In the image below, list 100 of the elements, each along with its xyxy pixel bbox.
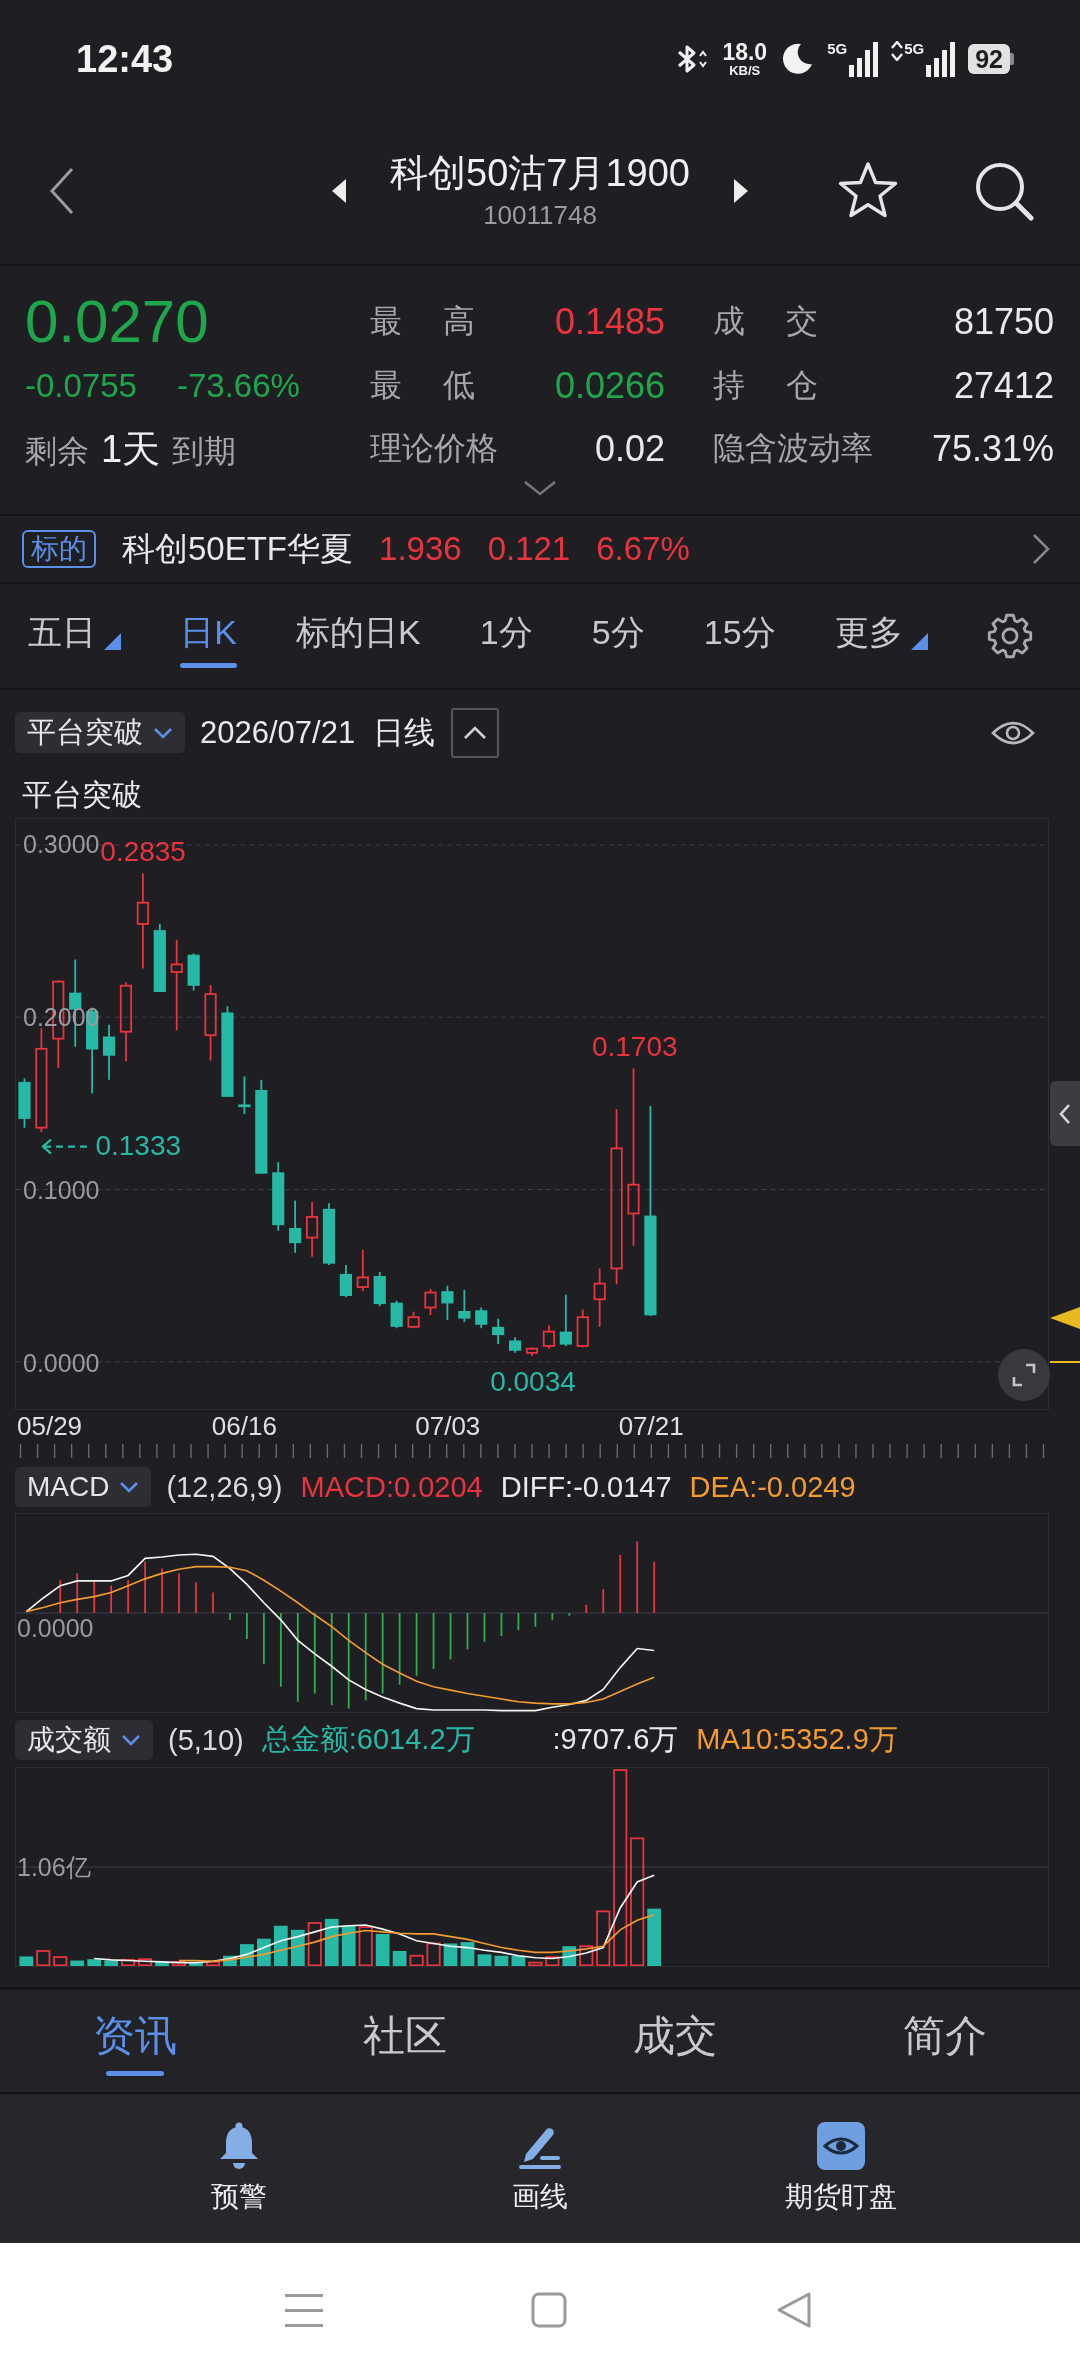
menu-icon[interactable] — [285, 2291, 323, 2328]
period-tab[interactable]: 15分 — [703, 598, 776, 674]
candle — [238, 1075, 251, 1115]
instrument-code: 10011748 — [483, 199, 597, 231]
content-tab[interactable]: 成交 — [633, 2000, 717, 2082]
histogram-bar — [59, 1580, 62, 1613]
stat-value: 0.0266 — [554, 365, 665, 407]
indicator-params: (5,10) — [168, 1723, 244, 1757]
moon-icon — [780, 42, 815, 76]
candle — [289, 1199, 302, 1254]
battery-indicator: 92 — [968, 44, 1014, 74]
collapse-button[interactable] — [451, 707, 500, 758]
watch-button[interactable]: 期货盯盘 — [779, 2117, 903, 2220]
draw-line-button[interactable]: 画线 — [506, 2117, 574, 2220]
histogram-bar — [398, 1613, 401, 1685]
period-tab[interactable]: 五日 — [28, 598, 121, 674]
candle — [153, 923, 166, 993]
indicator-dropdown[interactable]: 成交额 — [15, 1720, 153, 1760]
candle — [509, 1336, 522, 1354]
candle — [593, 1267, 606, 1328]
candle — [542, 1324, 555, 1350]
period-tab[interactable]: 更多 — [834, 598, 928, 674]
period-tab[interactable]: 标的日K — [295, 598, 421, 674]
price-change-percent: -73.66% — [176, 367, 300, 405]
candle — [322, 1202, 336, 1266]
indicator-dropdown[interactable]: MACD — [15, 1467, 152, 1507]
volume-bar — [121, 1958, 136, 1966]
alert-button[interactable]: 预警 — [205, 2117, 273, 2220]
content-tab[interactable]: 简介 — [903, 2000, 987, 2082]
chart-period: 日线 — [373, 713, 436, 752]
underlying-change-percent: 6.67% — [596, 530, 690, 568]
candle — [525, 1346, 539, 1357]
stat-label: 持 仓 — [713, 366, 818, 405]
stat-value: 0.02 — [594, 428, 665, 470]
volume-bar — [290, 1929, 305, 1966]
volume-bar — [426, 1942, 441, 1966]
axis-label: 0.0000 — [17, 1615, 94, 1643]
expand-icon — [1012, 1363, 1036, 1387]
volume-bar — [36, 1950, 51, 1966]
histogram-bar — [585, 1604, 588, 1613]
volume-bar — [596, 1910, 611, 1966]
histogram-bar — [568, 1613, 571, 1616]
chevron-up-icon — [463, 725, 488, 740]
candle — [475, 1306, 488, 1330]
indicator-value: DEA:-0.0249 — [689, 1470, 856, 1504]
signal-icon — [925, 41, 956, 77]
candle — [576, 1308, 589, 1349]
candle — [272, 1161, 285, 1232]
indicator-value: MA10:5352.9万 — [696, 1722, 898, 1757]
indicator-value: :9707.6万 — [552, 1722, 679, 1757]
volume-bar — [273, 1925, 288, 1966]
back-icon[interactable] — [776, 2290, 812, 2329]
period-tab[interactable]: 日K — [180, 598, 237, 674]
content-tab[interactable]: 社区 — [363, 2000, 447, 2082]
expiry-days: 1天 — [101, 423, 161, 475]
period-tab[interactable]: 5分 — [591, 598, 645, 674]
settings-icon[interactable] — [986, 613, 1033, 659]
volume-bar — [494, 1955, 509, 1966]
search-icon[interactable] — [974, 161, 1034, 221]
caret-left-icon[interactable] — [332, 179, 347, 203]
volume-bar — [511, 1955, 526, 1966]
candle — [18, 1077, 31, 1129]
chevron-down-icon — [121, 1734, 141, 1746]
price-label: 0.1703 — [591, 1031, 678, 1063]
chevron-left-icon — [1059, 1102, 1071, 1125]
stat-label: 理论价格 — [370, 429, 498, 468]
caret-right-icon[interactable] — [733, 179, 748, 203]
histogram-bar — [432, 1613, 435, 1669]
histogram-bar — [415, 1613, 418, 1676]
stat-value: 0.1485 — [554, 301, 665, 343]
volume-bar — [460, 1942, 475, 1966]
axis-label: 0.1000 — [23, 1177, 100, 1205]
candle — [373, 1271, 386, 1308]
underlying-name[interactable]: 科创50ETF华夏 — [122, 526, 354, 572]
indicator-value: 总金额:6014.2万 — [261, 1722, 475, 1757]
side-panel-tab[interactable] — [1050, 1081, 1080, 1146]
volume-bar — [53, 1956, 68, 1966]
chevron-right-icon[interactable] — [1032, 533, 1050, 565]
volume-bar — [528, 1961, 543, 1966]
content-tab[interactable]: 资讯 — [93, 2000, 177, 2082]
fullscreen-button[interactable] — [998, 1349, 1050, 1401]
square-icon[interactable] — [531, 2291, 567, 2328]
volume-bar — [189, 1961, 203, 1966]
histogram-bar — [110, 1585, 113, 1613]
back-icon[interactable] — [48, 167, 76, 215]
histogram-bar — [76, 1573, 79, 1613]
chevron-down-icon[interactable] — [522, 480, 557, 496]
period-tab[interactable]: 1分 — [479, 598, 533, 674]
candle — [441, 1284, 454, 1321]
indicator-dropdown[interactable]: 平台突破 — [15, 712, 185, 753]
candle — [356, 1249, 369, 1293]
volume-bar — [138, 1958, 153, 1966]
status-time: 12:43 — [76, 37, 174, 81]
network-type-label: 5G — [904, 41, 925, 56]
candle — [492, 1317, 505, 1345]
chevron-down-icon — [153, 726, 173, 739]
volume-bar — [324, 1918, 339, 1966]
histogram-bar — [466, 1613, 469, 1650]
volume-bar — [223, 1955, 237, 1966]
network-speed-unit: KB/S — [729, 64, 761, 77]
